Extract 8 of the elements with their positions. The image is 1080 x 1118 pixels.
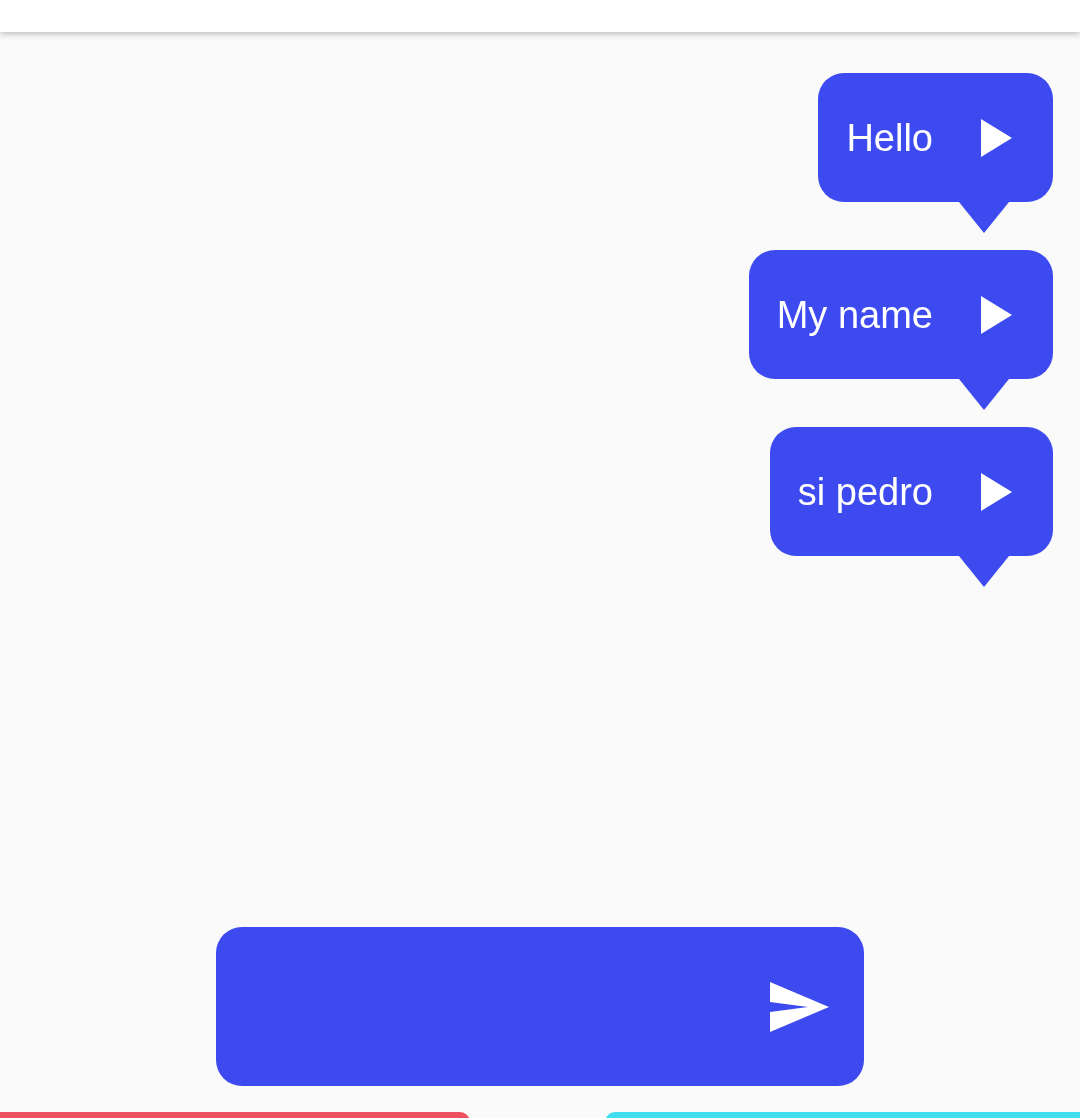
play-button[interactable]	[981, 295, 1012, 334]
message-text: My name	[776, 295, 933, 334]
send-icon[interactable]	[770, 981, 829, 1032]
message-input-field[interactable]	[216, 927, 864, 1086]
message-text: si pedro	[797, 472, 933, 511]
play-button[interactable]	[981, 118, 1012, 157]
message-text: Hello	[846, 118, 933, 157]
play-button[interactable]	[981, 472, 1012, 511]
